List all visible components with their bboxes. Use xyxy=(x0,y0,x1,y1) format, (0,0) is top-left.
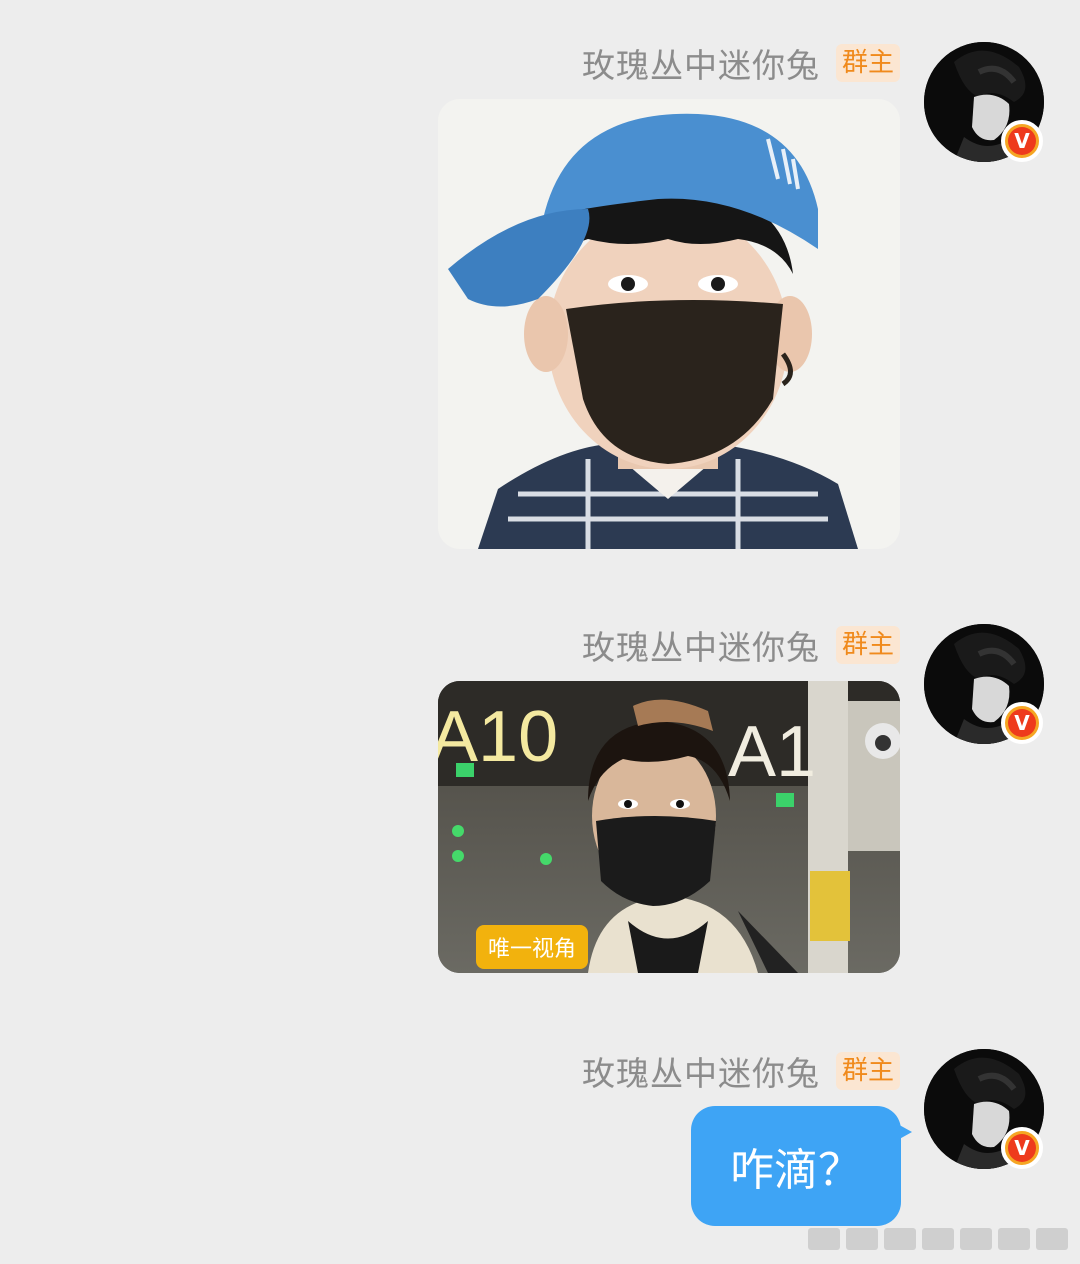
sender-row: 玫瑰丛中迷你兔 群主 xyxy=(582,39,900,87)
sender-name[interactable]: 玫瑰丛中迷你兔 xyxy=(582,1047,820,1095)
image-message[interactable]: A10 A1 唯一视角 xyxy=(438,681,900,973)
group-owner-badge: 群主 xyxy=(835,44,900,82)
sender-row: 玫瑰丛中迷你兔 群主 xyxy=(582,1047,900,1095)
image-message[interactable] xyxy=(438,99,900,549)
text-message-bubble[interactable]: 咋滴？ xyxy=(691,1106,901,1226)
verified-badge-icon: V xyxy=(1001,120,1043,162)
watermark xyxy=(808,1228,1068,1256)
sender-name[interactable]: 玫瑰丛中迷你兔 xyxy=(582,621,820,669)
verified-badge-icon: V xyxy=(1001,702,1043,744)
boy-with-cap-photo xyxy=(438,99,900,549)
sign-a1: A1 xyxy=(728,712,816,792)
image-tag: 唯一视角 xyxy=(476,925,589,969)
sender-name[interactable]: 玫瑰丛中迷你兔 xyxy=(582,39,820,87)
group-owner-badge: 群主 xyxy=(835,1052,900,1090)
verified-badge-icon: V xyxy=(1001,1127,1043,1169)
group-owner-badge: 群主 xyxy=(835,626,900,664)
sender-row: 玫瑰丛中迷你兔 群主 xyxy=(582,621,900,669)
message-text: 咋滴？ xyxy=(730,1145,862,1196)
